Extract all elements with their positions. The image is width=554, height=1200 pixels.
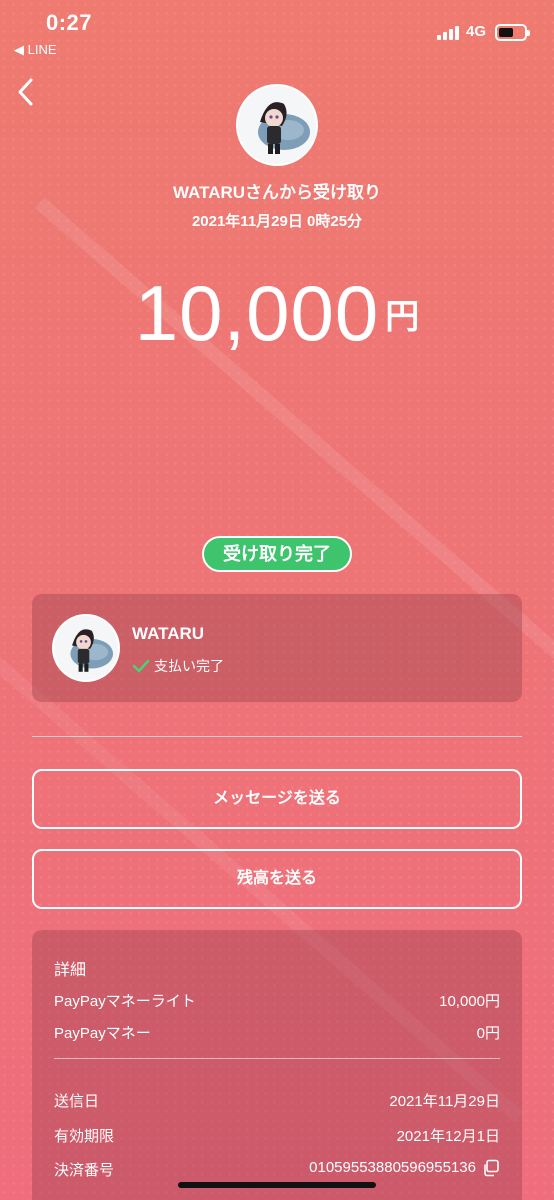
breakdown-label: PayPayマネーライト [54,993,196,1010]
status-time: 0:27 [46,10,93,35]
amount-value: 10,000 [134,269,380,357]
breakdown-label: PayPayマネー [54,1025,151,1042]
status-badge: 受け取り完了 [202,536,352,572]
sender-card-avatar [52,614,120,682]
network-type: 4G [466,23,487,40]
payment-number: 01059553880596955136 [309,1159,500,1177]
home-indicator[interactable] [178,1182,376,1188]
back-to-app-link[interactable]: ◀ LINE [14,42,57,58]
breakdown-value: 0円 [476,1025,500,1042]
sender-name: WATARU [132,624,205,643]
details-divider [54,1058,500,1059]
back-button[interactable] [12,72,44,112]
info-label: 送信日 [54,1093,100,1110]
battery-icon [495,24,530,41]
details-title: 詳細 [54,962,87,979]
signal-icon [437,26,461,40]
check-icon [132,659,150,673]
amount-currency: 円 [385,298,420,336]
info-label: 有効期限 [54,1128,115,1145]
send-message-button[interactable]: メッセージを送る [32,769,522,829]
sender-card: WATARU 支払い完了 [32,594,522,702]
transaction-date: 2021年11月29日 0時25分 [191,213,363,230]
info-value: 2021年11月29日 [389,1093,500,1110]
details-panel: 詳細 PayPayマネーライト 10,000円 PayPayマネー 0円 送信日… [32,930,522,1200]
sender-avatar [236,84,318,166]
info-value: 2021年12月1日 [396,1128,500,1145]
breakdown-value: 10,000円 [439,993,500,1010]
payment-number-value: 01059553880596955136 [309,1159,476,1176]
copy-icon[interactable] [482,1159,500,1177]
send-balance-button[interactable]: 残高を送る [32,849,522,909]
info-label: 決済番号 [54,1162,115,1179]
back-chevron-icon [18,78,33,106]
section-divider [32,736,522,737]
payment-status: 支払い完了 [132,656,224,676]
payment-status-label: 支払い完了 [154,658,224,674]
receive-title: WATARUさんから受け取り [172,183,382,202]
status-bar: 0:27 ◀ LINE 4G [0,0,554,60]
amount-display: 10,000 円 [0,268,554,359]
